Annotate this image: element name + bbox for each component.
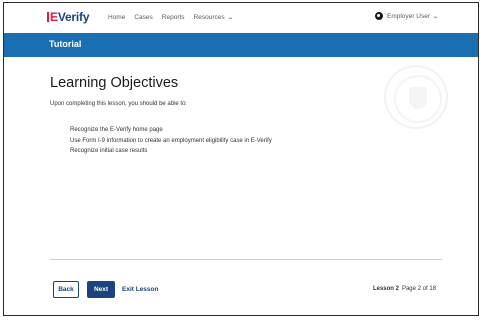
list-item: Use Form I-9 information to create an em…	[70, 137, 272, 144]
page-counter: Page 2 of 18	[401, 286, 436, 292]
intro-text: Upon completing this lesson, you should …	[50, 101, 188, 107]
chevron-down-icon: ⌄	[431, 13, 440, 20]
user-name: Employer User	[386, 12, 430, 20]
nav-resources-label: Resources	[193, 14, 225, 21]
everify-logo[interactable]: EVerify	[47, 10, 90, 24]
exit-lesson-link[interactable]: Exit Lesson	[122, 286, 158, 293]
nav-cases-link[interactable]: Cases	[134, 14, 152, 21]
nav-links: Home Cases Reports Resources ⌄	[108, 14, 234, 21]
nav-home-link[interactable]: Home	[108, 14, 125, 21]
logo-wordmark: Verify	[57, 10, 90, 24]
footer-divider	[50, 259, 442, 260]
banner-title: Tutorial	[49, 39, 82, 49]
objectives-list: Recognize the E-Verify home page Use For…	[70, 125, 272, 157]
logo-mark-icon	[47, 12, 49, 22]
list-item: Recognize initial case results	[70, 148, 148, 154]
user-menu[interactable]: Employer User ⌄	[374, 12, 440, 20]
list-item: Recognize the E-Verify home page	[70, 127, 163, 133]
nav-resources-menu[interactable]: Resources ⌄	[193, 14, 234, 21]
tutorial-banner: Tutorial	[4, 33, 478, 57]
logo-e-letter: E	[50, 10, 58, 24]
page-title: Learning Objectives	[50, 75, 179, 91]
next-button[interactable]: Next	[87, 281, 115, 298]
lesson-label: Lesson 2	[372, 286, 399, 292]
nav-reports-link[interactable]: Reports	[162, 14, 185, 21]
chevron-down-icon: ⌄	[226, 15, 234, 21]
app-window: EVerify Home Cases Reports Resources ⌄ Em…	[3, 2, 479, 316]
back-button[interactable]: Back	[53, 281, 79, 298]
dhs-seal-watermark-icon	[384, 65, 448, 129]
top-navigation: EVerify Home Cases Reports Resources ⌄ Em…	[4, 3, 478, 33]
lesson-progress: Lesson 2 Page 2 of 18	[373, 286, 436, 292]
user-circle-icon	[374, 12, 383, 20]
